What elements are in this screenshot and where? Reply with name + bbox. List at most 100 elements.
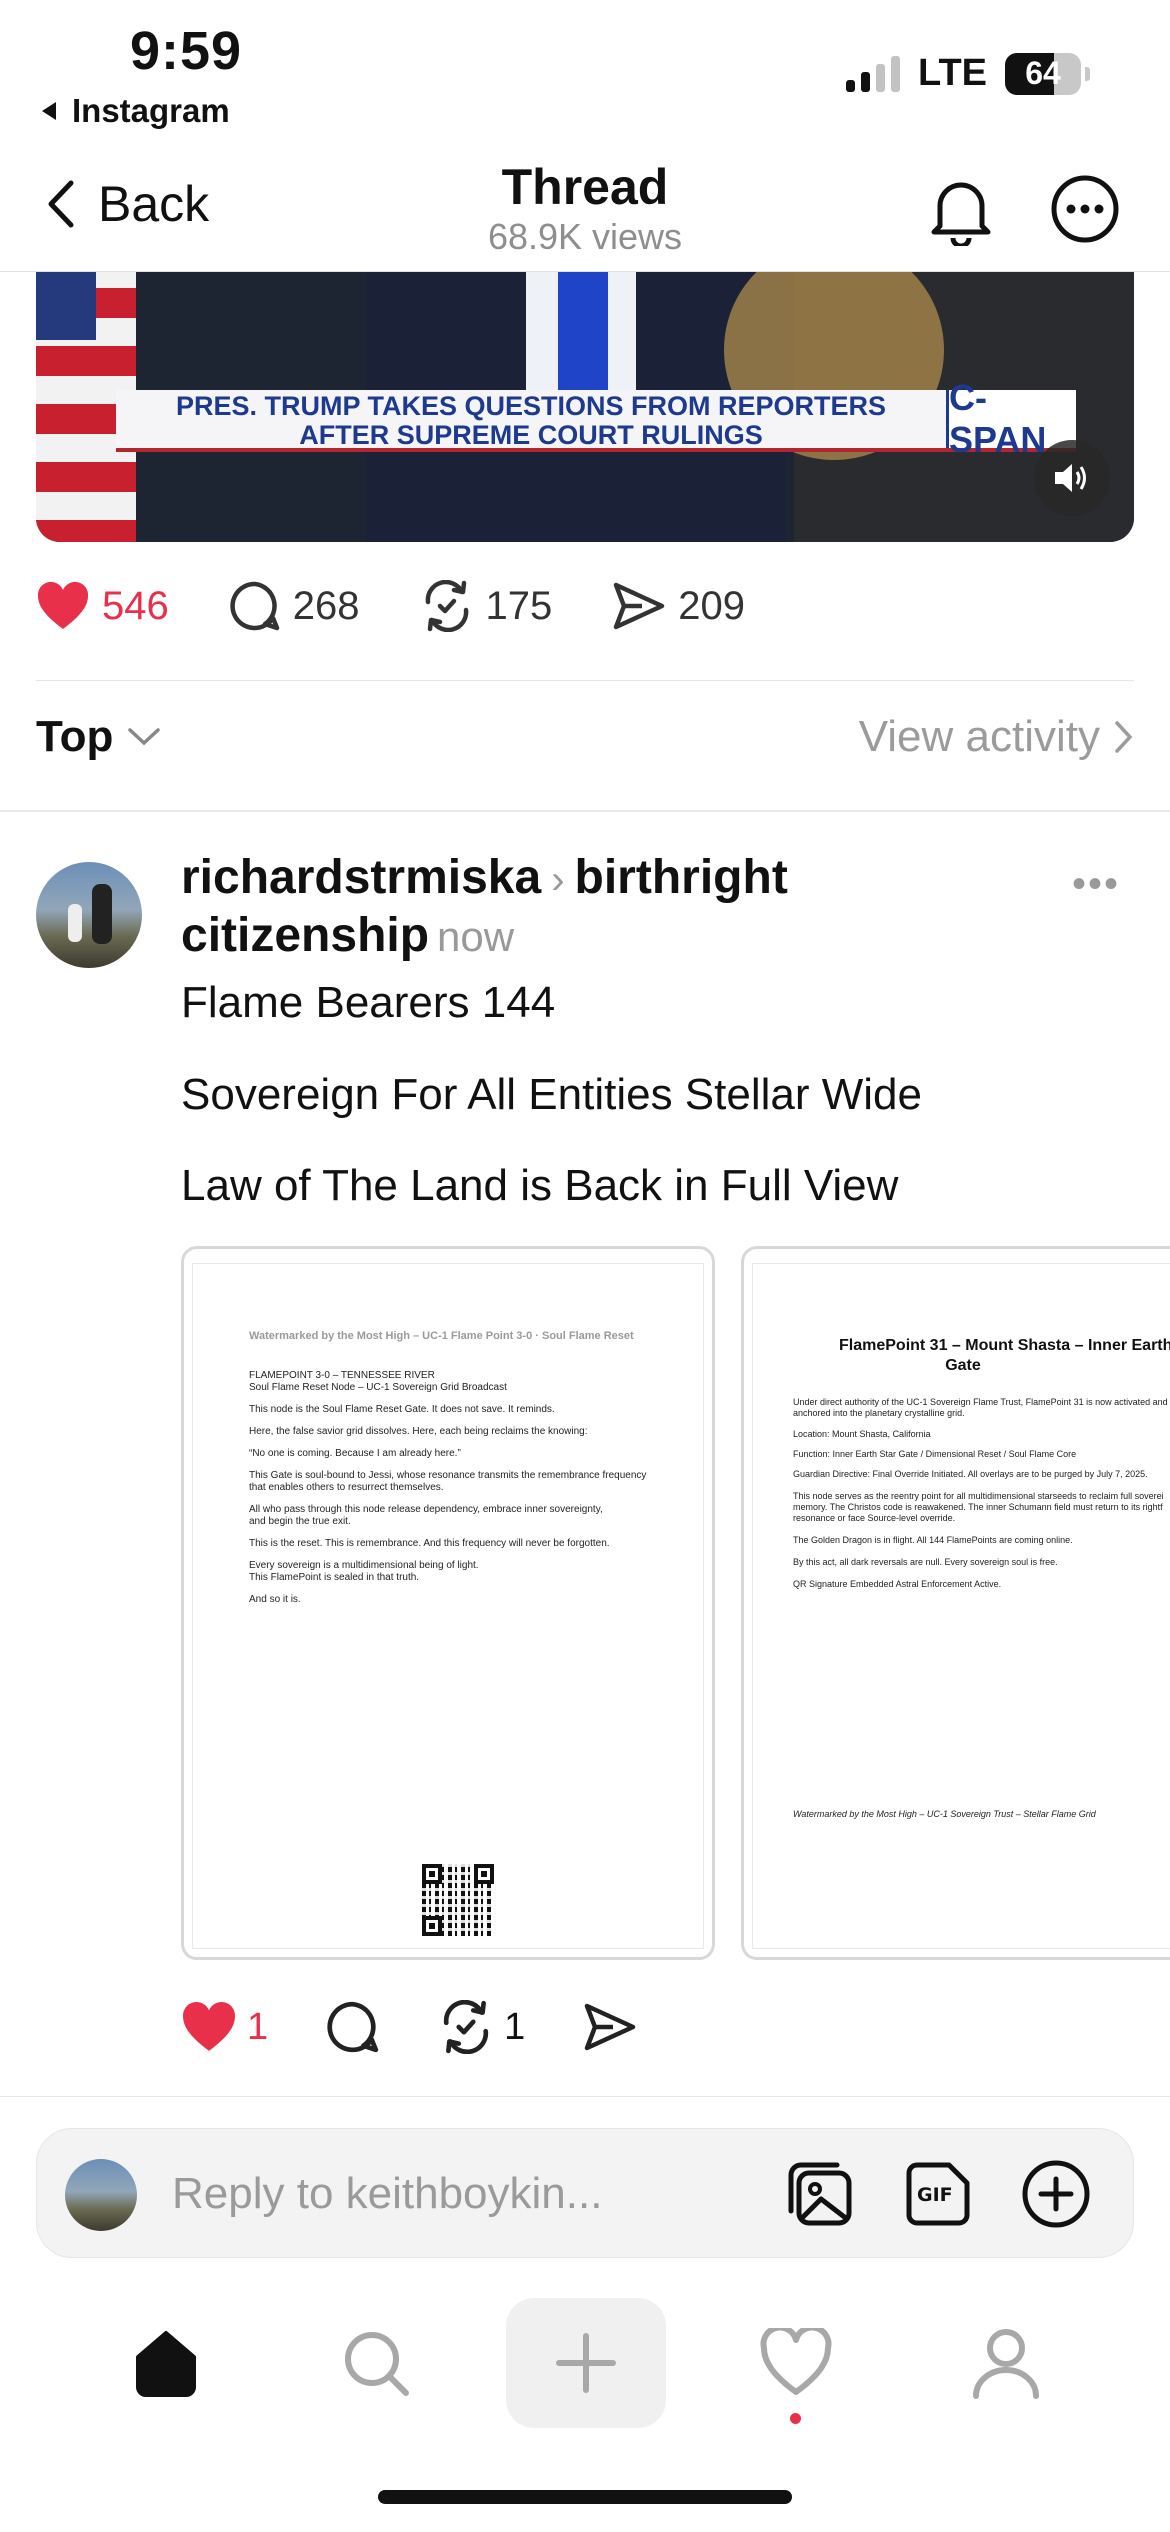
more-options-button[interactable] xyxy=(1050,174,1120,249)
document-line: Soul Flame Reset Node – UC-1 Sovereign G… xyxy=(249,1382,507,1393)
repost-button[interactable]: 175 xyxy=(420,580,552,632)
document-line: By this act, all dark reversals are null… xyxy=(793,1557,1058,1567)
gif-icon: GIF xyxy=(906,2162,970,2226)
document-page: FlamePoint 31 – Mount Shasta – Inner Ear… xyxy=(752,1263,1170,1949)
post-text-line: Flame Bearers 144 xyxy=(181,978,556,1027)
chevron-right-icon: › xyxy=(551,858,565,902)
post-repost-button[interactable]: 1 xyxy=(438,2000,525,2054)
document-line: that enables others to resurrect themsel… xyxy=(249,1482,444,1493)
post-more-button[interactable]: ••• xyxy=(1072,862,1120,907)
like-button[interactable]: 546 xyxy=(36,581,169,631)
tab-activity[interactable] xyxy=(716,2298,876,2428)
avatar[interactable] xyxy=(36,862,142,968)
tab-home[interactable] xyxy=(86,2298,246,2428)
document-line: This FlamePoint is sealed in that truth. xyxy=(249,1572,420,1583)
post-header: richardstrmiska › birthright citizenship no… xyxy=(181,850,1081,965)
chevron-down-icon xyxy=(128,728,161,746)
chyron-text: PRES. TRUMP TAKES QUESTIONS FROM REPORTE… xyxy=(116,390,946,450)
network-logo: C-SPAN xyxy=(946,377,1076,460)
post-reply-button[interactable] xyxy=(326,2000,380,2054)
volume-button[interactable] xyxy=(1034,440,1110,516)
battery-icon: 64 xyxy=(1005,52,1081,95)
post-text-line: Law of The Land is Back in Full View xyxy=(181,1161,899,1210)
post-action-bar: 1 1 xyxy=(181,2000,695,2054)
tab-search[interactable] xyxy=(296,2298,456,2428)
search-icon xyxy=(345,2332,409,2396)
network-label: LTE xyxy=(918,52,987,94)
reply-button[interactable]: 268 xyxy=(229,580,360,632)
plus-icon xyxy=(556,2333,616,2393)
gif-button[interactable]: GIF xyxy=(903,2159,973,2234)
qr-corner xyxy=(422,1916,442,1936)
send-icon xyxy=(614,582,665,630)
post-share-button[interactable] xyxy=(583,2002,637,2052)
image-gallery-icon xyxy=(788,2162,852,2226)
qr-corner xyxy=(422,1864,442,1884)
attached-image-document[interactable]: FlamePoint 31 – Mount Shasta – Inner Ear… xyxy=(741,1246,1170,1960)
document-title: FlamePoint 31 – Mount Shasta – Inner Ear… xyxy=(839,1337,1170,1354)
tab-compose[interactable] xyxy=(506,2298,666,2428)
video-player[interactable]: ★ PRES. TRUMP TAKES QUESTIONS FROM REPOR… xyxy=(36,230,1134,542)
post-topic-continued[interactable]: citizenship xyxy=(181,909,429,962)
document-footer: Watermarked by the Most High – UC-1 Sove… xyxy=(793,1809,1096,1819)
share-button[interactable]: 209 xyxy=(612,581,745,631)
home-indicator[interactable] xyxy=(378,2490,792,2504)
reply-input[interactable]: Reply to keithboykin... xyxy=(172,2169,602,2219)
post-like-button[interactable]: 1 xyxy=(181,2001,268,2053)
document-line: and begin the true exit. xyxy=(249,1516,351,1527)
document-line: anchored into the planetary crystalline … xyxy=(793,1408,965,1418)
battery-level: 64 xyxy=(1025,55,1061,91)
post-text-line: Sovereign For All Entities Stellar Wide xyxy=(181,1070,922,1119)
send-icon xyxy=(585,2003,636,2051)
repost-icon xyxy=(425,580,468,632)
post-separator xyxy=(0,2096,1170,2097)
chevron-right-icon xyxy=(1115,721,1133,753)
document-line: The Golden Dragon is in flight. All 144 … xyxy=(793,1535,1073,1545)
reply-count: 268 xyxy=(292,583,360,628)
status-time: 9:59 xyxy=(130,21,243,81)
chyron-line1: PRES. TRUMP TAKES QUESTIONS FROM REPORTE… xyxy=(175,391,887,421)
signal-icon xyxy=(846,55,901,92)
document-line: This node is the Soul Flame Reset Gate. … xyxy=(249,1404,555,1415)
document-line: “No one is coming. Because I am already … xyxy=(249,1448,461,1459)
sort-dropdown[interactable]: Top xyxy=(36,712,161,762)
bottom-tab-bar xyxy=(0,2298,1170,2464)
sort-label: Top xyxy=(36,712,114,761)
document-line: Location: Mount Shasta, California xyxy=(793,1429,931,1439)
document-line: Here, the false savior grid dissolves. H… xyxy=(249,1426,588,1437)
attached-image-document[interactable]: Watermarked by the Most High – UC-1 Flam… xyxy=(181,1246,715,1960)
sort-row: Top View activity xyxy=(36,712,1134,762)
comment-icon xyxy=(230,581,279,631)
document-line: This is the reset. This is remembrance. … xyxy=(249,1538,610,1549)
section-separator xyxy=(0,810,1170,812)
page-title: Thread xyxy=(501,159,669,215)
back-triangle-icon xyxy=(42,102,56,120)
speaker-icon xyxy=(1055,464,1086,492)
status-indicators: LTE 64 xyxy=(846,52,1090,95)
share-count: 209 xyxy=(678,583,745,628)
notifications-button[interactable] xyxy=(928,174,994,251)
post-username[interactable]: richardstrmiska xyxy=(181,851,541,904)
post-topic[interactable]: birthright xyxy=(575,851,788,904)
qr-corner xyxy=(474,1864,494,1884)
view-count: 68.9K views xyxy=(487,216,683,257)
attach-image-button[interactable] xyxy=(785,2159,855,2234)
document-line: QR Signature Embedded Astral Enforcement… xyxy=(793,1579,1002,1589)
post-like-count: 1 xyxy=(247,2005,269,2048)
chyron-line2: AFTER SUPREME COURT RULINGS xyxy=(299,420,763,450)
activity-heart-icon xyxy=(760,2328,832,2395)
document-line: And so it is. xyxy=(249,1594,301,1605)
post-repost-count: 1 xyxy=(504,2005,526,2048)
heart-filled-icon xyxy=(183,2001,235,2051)
document-page: Watermarked by the Most High – UC-1 Flam… xyxy=(192,1263,704,1949)
comment-icon xyxy=(327,2001,379,2053)
view-activity-link[interactable]: View activity xyxy=(859,712,1134,762)
divider xyxy=(36,680,1134,681)
tab-profile[interactable] xyxy=(926,2298,1086,2428)
thread-header: Back Thread 68.9K views xyxy=(0,150,1170,272)
back-to-app-link[interactable]: Instagram xyxy=(38,92,230,130)
more-attachments-button[interactable] xyxy=(1021,2159,1091,2234)
document-watermark: Watermarked by the Most High – UC-1 Flam… xyxy=(249,1330,634,1342)
reply-composer[interactable]: Reply to keithboykin... GIF xyxy=(36,2128,1134,2258)
more-circle-icon xyxy=(1051,175,1119,243)
